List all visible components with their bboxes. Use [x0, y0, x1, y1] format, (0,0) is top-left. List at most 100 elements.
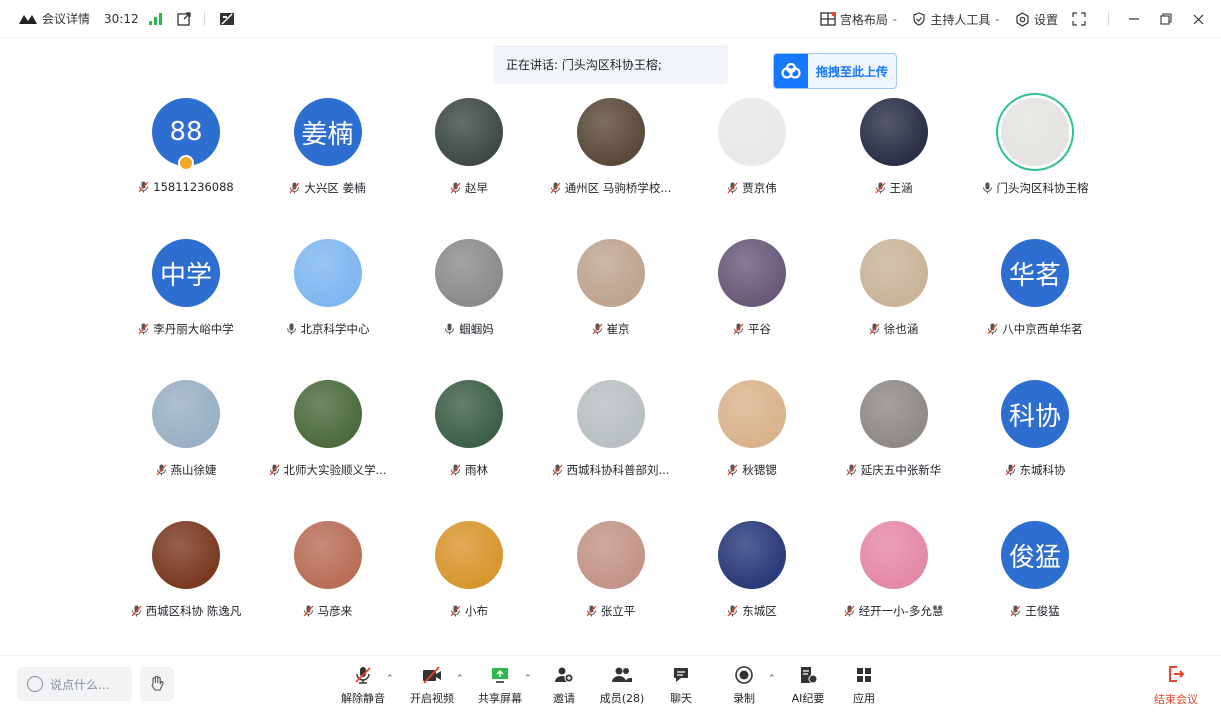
participant-tile[interactable]: 科协 东城科协: [964, 380, 1106, 500]
participant-name: 秋锶锶: [681, 462, 823, 478]
apps-button[interactable]: 应用: [834, 664, 894, 708]
mic-muted-icon: [727, 605, 738, 617]
meeting-details-button[interactable]: 会议详情: [18, 0, 90, 38]
participant-tile[interactable]: 雨林: [398, 380, 540, 500]
participant-tile[interactable]: 经开一小-多允慧: [823, 521, 965, 641]
participant-tile[interactable]: 北师大实验顺义学...: [257, 380, 399, 500]
chat-label: 聊天: [670, 692, 692, 705]
participant-tile[interactable]: 北京科学中心: [257, 239, 399, 359]
start-video-button[interactable]: 开启视频: [402, 664, 462, 708]
avatar: 姜楠: [293, 98, 362, 166]
chat-button[interactable]: 聊天: [651, 664, 711, 708]
unmute-label: 解除静音: [341, 692, 385, 705]
participant-tile[interactable]: 俊猛王俊猛: [964, 521, 1106, 641]
mic-muted-icon: [727, 464, 738, 476]
participant-name-text: 贾京伟: [742, 181, 777, 195]
participant-tile[interactable]: 中学 李丹丽大峪中学: [115, 239, 257, 359]
participant-tile[interactable]: 门头沟区科协王榕: [964, 98, 1106, 218]
avatar: [435, 239, 503, 307]
participant-tile[interactable]: 崔京: [540, 239, 682, 359]
participant-name-text: 门头沟区科协王榕: [996, 181, 1089, 195]
participant-tile[interactable]: 贾京伟: [681, 98, 823, 218]
avatar: [718, 380, 786, 448]
participant-name-text: 大兴区 姜楠: [304, 181, 366, 195]
participant-tile[interactable]: 马彦来: [257, 521, 399, 641]
layout-button[interactable]: 宫格布局 ⌄: [820, 11, 898, 28]
mic-icon: [982, 182, 992, 194]
participant-tile[interactable]: 平谷: [681, 239, 823, 359]
participant-name-text: 李丹丽大峪中学: [153, 322, 234, 336]
mic-muted-icon: [727, 182, 738, 194]
participant-name: 贾京伟: [681, 180, 823, 196]
chat-icon: [670, 664, 692, 686]
participant-tile[interactable]: 蝈蝈妈: [398, 239, 540, 359]
participant-name-text: 八中京西单华茗: [1002, 322, 1083, 336]
participant-name: 小布: [398, 603, 540, 619]
record-label: 录制: [733, 692, 755, 705]
invite-button[interactable]: 邀请: [534, 664, 594, 708]
emoji-icon: [27, 676, 43, 692]
avatar-initials: 俊猛: [1008, 542, 1061, 573]
close-icon: [1193, 14, 1203, 24]
members-button[interactable]: 成员(28): [592, 664, 652, 708]
participant-tile[interactable]: 王涵: [823, 98, 965, 218]
whiteboard-off-icon[interactable]: [219, 11, 235, 27]
record-icon: [733, 664, 755, 686]
participant-tile[interactable]: 西城区科协 陈逸凡: [115, 521, 257, 641]
participant-name-text: 王涵: [889, 181, 913, 195]
participant-name-text: 王俊猛: [1025, 604, 1060, 618]
participant-tile[interactable]: 秋锶锶: [681, 380, 823, 500]
participant-name-text: 北师大实验顺义学...: [283, 463, 387, 477]
participant-tile[interactable]: 通州区 马驹桥学校...: [540, 98, 682, 218]
minimize-button[interactable]: [1127, 12, 1141, 26]
share-options-chevron-icon[interactable]: ⌃: [524, 674, 532, 684]
avatar-initials: 华茗: [1008, 260, 1061, 291]
drag-upload-target[interactable]: 拖拽至此上传: [773, 53, 897, 89]
participant-tile[interactable]: 88 15811236088: [115, 98, 257, 218]
participant-tile[interactable]: 赵早: [398, 98, 540, 218]
audio-options-chevron-icon[interactable]: ⌃: [386, 674, 394, 684]
signal-strength-icon[interactable]: [148, 12, 162, 25]
share-screen-button[interactable]: 共享屏幕: [470, 664, 530, 708]
end-meeting-button[interactable]: 结束会议: [1146, 664, 1206, 707]
host-tools-button[interactable]: 主持人工具 ⌄: [912, 11, 1001, 28]
mic-muted-icon: [289, 182, 300, 194]
record-options-chevron-icon[interactable]: ⌃: [768, 674, 776, 684]
participant-tile[interactable]: 徐也涵: [823, 239, 965, 359]
avatar: 华茗: [1001, 239, 1069, 307]
camera-off-icon: [421, 664, 443, 686]
video-options-chevron-icon[interactable]: ⌃: [456, 674, 464, 684]
participant-name-text: 蝈蝈妈: [459, 322, 494, 336]
mic-muted-icon: [1010, 605, 1021, 617]
participant-tile[interactable]: 燕山徐婕: [115, 380, 257, 500]
participant-tile[interactable]: 华茗八中京西单华茗: [964, 239, 1106, 359]
participant-tile[interactable]: 东城区: [681, 521, 823, 641]
record-button[interactable]: 录制: [714, 664, 774, 708]
raise-hand-button[interactable]: [140, 667, 174, 701]
settings-button[interactable]: 设置: [1015, 11, 1058, 28]
popout-window-icon[interactable]: [176, 11, 192, 27]
mic-muted-icon: [269, 464, 279, 476]
close-button[interactable]: [1191, 12, 1205, 26]
restore-icon: [1160, 13, 1172, 25]
participant-tile[interactable]: 西城科协科普部刘...: [540, 380, 682, 500]
mic-muted-icon: [552, 464, 562, 476]
mic-muted-icon: [303, 605, 314, 617]
unmute-button[interactable]: 解除静音: [333, 664, 393, 708]
grid-layout-icon: [820, 12, 836, 26]
current-speaker-text: 正在讲话: 门头沟区科协王榕;: [506, 58, 662, 72]
participant-tile[interactable]: 姜楠大兴区 姜楠: [257, 98, 399, 218]
participant-tile[interactable]: 张立平: [540, 521, 682, 641]
mic-muted-icon: [352, 664, 374, 686]
participant-tile[interactable]: 延庆五中张新华: [823, 380, 965, 500]
avatar: [859, 521, 928, 589]
avatar: [576, 380, 645, 448]
restore-button[interactable]: [1159, 12, 1173, 26]
fullscreen-button[interactable]: [1072, 12, 1090, 26]
apps-grid-icon: [853, 664, 875, 686]
participant-name: 东城科协: [964, 462, 1106, 478]
drag-upload-label: 拖拽至此上传: [816, 64, 889, 79]
quick-chat-input[interactable]: 说点什么...: [17, 667, 132, 701]
participant-tile[interactable]: 小布: [398, 521, 540, 641]
ai-minutes-button[interactable]: AI纪要: [778, 664, 838, 708]
